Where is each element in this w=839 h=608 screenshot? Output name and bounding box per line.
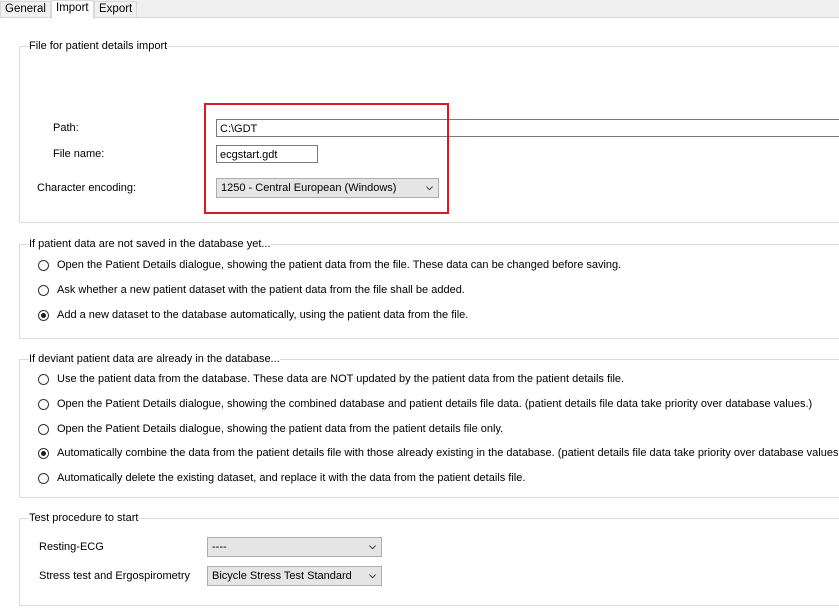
radio-button[interactable] xyxy=(38,424,49,435)
resting-ecg-select[interactable]: ---- xyxy=(207,537,382,557)
encoding-label: Character encoding: xyxy=(37,182,137,194)
resting-ecg-label: Resting-ECG xyxy=(39,541,104,553)
file-name-label: File name: xyxy=(53,148,105,160)
radio-button[interactable] xyxy=(38,374,49,385)
radio-label: Automatically combine the data from the … xyxy=(57,447,839,459)
radio-button[interactable] xyxy=(38,399,49,410)
radio-button-selected[interactable] xyxy=(38,310,49,321)
radio-button-selected[interactable] xyxy=(38,448,49,459)
test-procedure-group: Test procedure to start xyxy=(19,512,839,606)
import-panel: File for patient details import Path: C:… xyxy=(0,18,839,608)
tab-general[interactable]: General xyxy=(0,1,51,17)
radio-button[interactable] xyxy=(38,285,49,296)
radio-label: Add a new dataset to the database automa… xyxy=(57,309,469,321)
chevron-down-icon xyxy=(369,545,376,550)
deviant-data-group-title: If deviant patient data are already in t… xyxy=(29,353,280,366)
stress-test-select-value: Bicycle Stress Test Standard xyxy=(212,570,352,582)
path-label: Path: xyxy=(53,122,79,134)
not-saved-group-title: If patient data are not saved in the dat… xyxy=(29,238,271,251)
tab-bar: General Import Export xyxy=(0,0,839,19)
file-import-group-title: File for patient details import xyxy=(29,40,168,53)
tab-export[interactable]: Export xyxy=(94,1,138,17)
stress-test-label: Stress test and Ergospirometry xyxy=(39,570,191,582)
stress-test-select[interactable]: Bicycle Stress Test Standard xyxy=(207,566,382,586)
radio-label: Automatically delete the existing datase… xyxy=(57,472,526,484)
radio-button[interactable] xyxy=(38,473,49,484)
radio-label: Open the Patient Details dialogue, showi… xyxy=(57,423,504,435)
radio-label: Use the patient data from the database. … xyxy=(57,373,625,385)
radio-label: Ask whether a new patient dataset with t… xyxy=(57,284,465,296)
test-procedure-group-title: Test procedure to start xyxy=(29,512,139,525)
radio-label: Open the Patient Details dialogue, showi… xyxy=(57,398,813,410)
highlight-box xyxy=(204,103,449,214)
chevron-down-icon xyxy=(369,574,376,579)
tab-import[interactable]: Import xyxy=(51,0,94,19)
resting-ecg-select-value: ---- xyxy=(212,541,227,553)
radio-label: Open the Patient Details dialogue, showi… xyxy=(57,259,622,271)
radio-button[interactable] xyxy=(38,260,49,271)
